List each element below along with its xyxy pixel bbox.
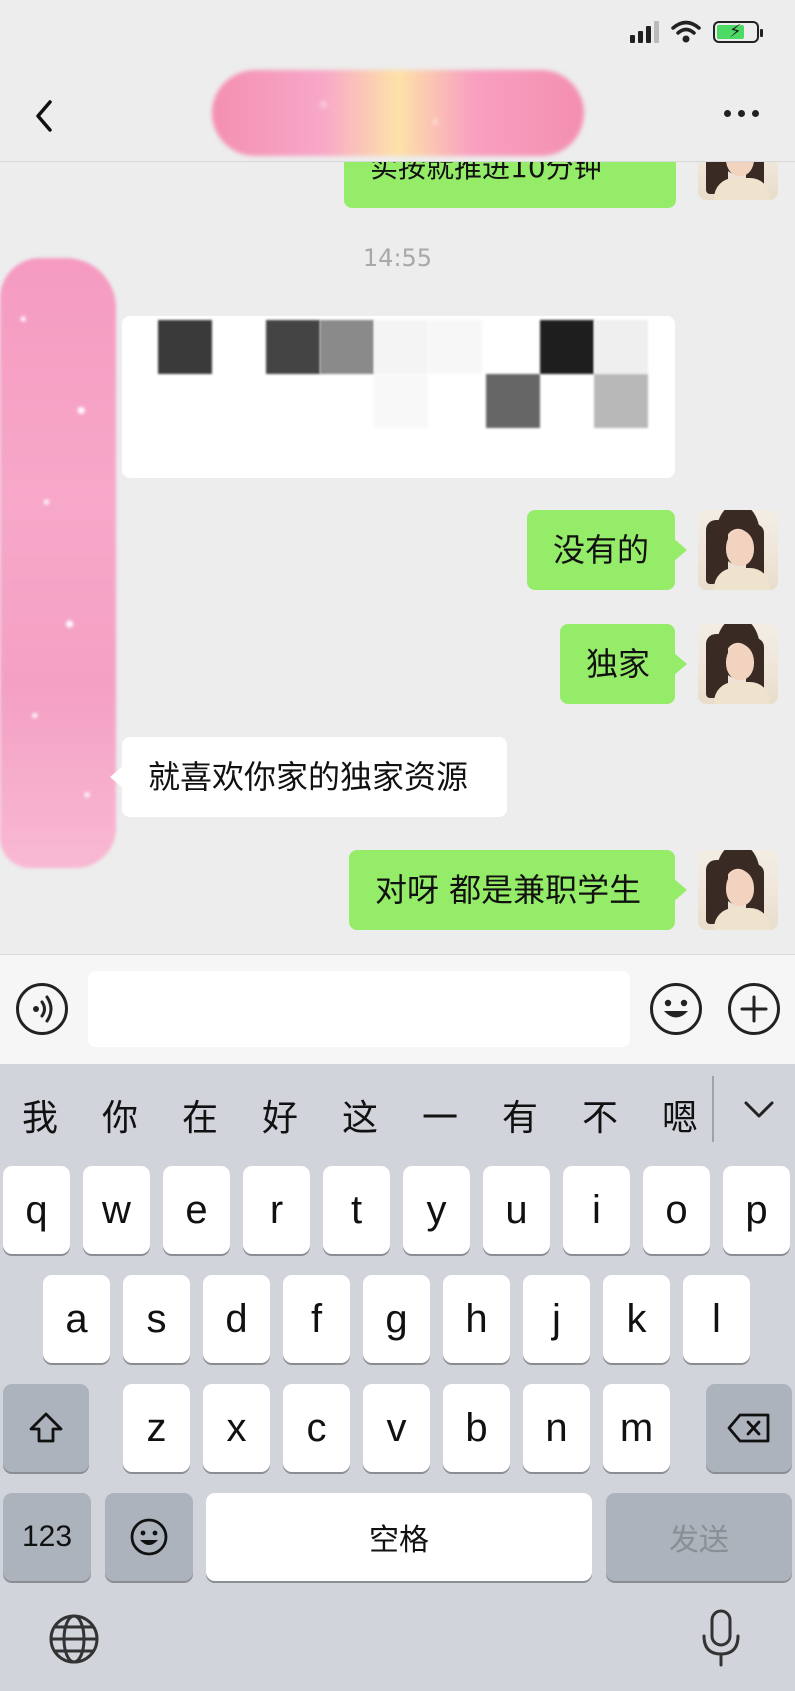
shift-icon [29,1412,63,1443]
battery-icon: ⚡ [713,21,763,43]
mosaic-block [594,374,648,428]
emoji-icon [130,1518,168,1556]
key-b[interactable]: b [443,1384,510,1472]
key-x[interactable]: x [203,1384,270,1472]
emoji-key[interactable] [105,1493,193,1581]
key-m[interactable]: m [603,1384,670,1472]
plus-icon[interactable] [728,983,780,1035]
message-bubble-sent[interactable]: 没有的 [527,510,687,590]
message-bubble-received[interactable]: 就喜欢你家的独家资源 [110,737,507,817]
send-key[interactable]: 发送 [606,1493,792,1581]
key-k[interactable]: k [603,1275,670,1363]
key-o[interactable]: o [643,1166,710,1254]
key-c[interactable]: c [283,1384,350,1472]
key-j[interactable]: j [523,1275,590,1363]
candidate-word[interactable]: 我 [0,1089,80,1141]
candidate-divider [712,1076,714,1142]
message-bubble-partial[interactable]: 实按就推进10分钟 [344,162,676,208]
message-text: 实按就推进10分钟 [370,162,602,184]
key-n[interactable]: n [523,1384,590,1472]
candidate-bar: 我 你 在 好 这 一 有 不 嗯 [0,1064,795,1166]
mosaic-block [158,320,212,374]
status-bar: ⚡ [0,0,795,70]
mosaic-block [374,374,428,428]
candidate-word[interactable]: 好 [240,1089,320,1141]
message-input-bar [0,954,795,1064]
blurred-chat-title [212,70,584,156]
message-text: 就喜欢你家的独家资源 [148,758,469,796]
mosaic-block [320,320,374,374]
ellipsis-icon[interactable] [724,110,759,117]
mosaic-block [486,374,540,428]
key-t[interactable]: t [323,1166,390,1254]
signal-icon [630,21,659,43]
mosaic-block [540,320,594,374]
key-e[interactable]: e [163,1166,230,1254]
message-text: 对呀 都是兼职学生 [375,871,642,909]
candidate-word[interactable]: 这 [320,1089,400,1141]
emoji-icon[interactable] [650,983,702,1035]
shift-key[interactable] [3,1384,89,1472]
message-text: 独家 [586,645,651,683]
candidate-word[interactable]: 不 [560,1089,640,1141]
censored-message-card[interactable] [122,316,675,478]
key-y[interactable]: y [403,1166,470,1254]
chevron-left-icon[interactable] [30,98,60,134]
key-a[interactable]: a [43,1275,110,1363]
key-q[interactable]: q [3,1166,70,1254]
key-w[interactable]: w [83,1166,150,1254]
voice-icon[interactable] [16,983,68,1035]
mosaic-block [594,320,648,374]
my-avatar[interactable] [698,624,778,704]
key-i[interactable]: i [563,1166,630,1254]
space-key[interactable]: 空格 [206,1493,592,1581]
mosaic-block [428,320,482,374]
blurred-avatar-region [0,258,116,868]
backspace-icon [727,1413,770,1443]
nav-bar [0,70,795,162]
key-s[interactable]: s [123,1275,190,1363]
mosaic-block [374,320,428,374]
candidate-word[interactable]: 有 [480,1089,560,1141]
message-bubble-sent[interactable]: 对呀 都是兼职学生 [349,850,687,930]
globe-icon[interactable] [48,1613,100,1665]
key-h[interactable]: h [443,1275,510,1363]
message-bubble-sent[interactable]: 独家 [560,624,687,704]
message-timestamp: 14:55 [362,244,433,272]
candidate-word[interactable]: 你 [80,1089,160,1141]
key-p[interactable]: p [723,1166,790,1254]
my-avatar[interactable] [698,162,778,200]
key-z[interactable]: z [123,1384,190,1472]
status-icons: ⚡ [630,20,763,44]
key-f[interactable]: f [283,1275,350,1363]
key-u[interactable]: u [483,1166,550,1254]
candidate-word[interactable]: 嗯 [640,1089,720,1141]
message-text: 没有的 [553,531,650,569]
key-d[interactable]: d [203,1275,270,1363]
key-l[interactable]: l [683,1275,750,1363]
my-avatar[interactable] [698,850,778,930]
backspace-key[interactable] [706,1384,792,1472]
key-v[interactable]: v [363,1384,430,1472]
chevron-down-icon[interactable] [742,1098,776,1122]
candidate-word[interactable]: 一 [400,1089,480,1141]
key-r[interactable]: r [243,1166,310,1254]
candidate-word[interactable]: 在 [160,1089,240,1141]
mosaic-block [266,320,320,374]
wifi-icon [671,20,701,43]
chat-area[interactable]: 实按就推进10分钟 14:55 没有的 独家 就喜欢你家的独家资源 对呀 都是兼… [0,162,795,954]
keyboard: 我 你 在 好 这 一 有 不 嗯 q w e r t y u i o p a … [0,1064,795,1691]
numbers-key[interactable]: 123 [3,1493,91,1581]
microphone-icon[interactable] [700,1608,742,1668]
message-input[interactable] [88,971,630,1047]
my-avatar[interactable] [698,510,778,590]
key-g[interactable]: g [363,1275,430,1363]
